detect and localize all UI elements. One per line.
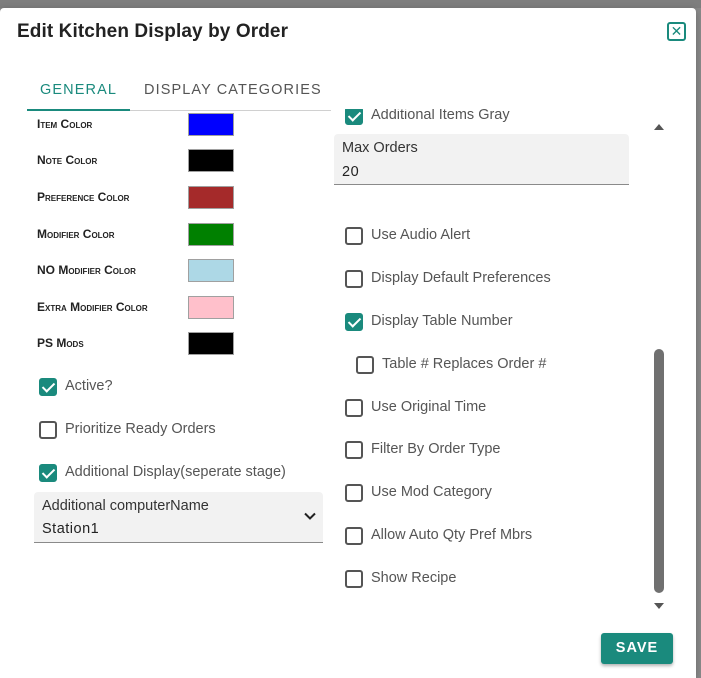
close-button[interactable]: ✕ [667, 22, 686, 41]
checkbox-label: Active? [65, 378, 113, 394]
color-row-modifier: Modifier Color [37, 223, 237, 247]
scroll-up-arrow-icon[interactable] [654, 124, 664, 130]
max-orders-input[interactable]: 20 [342, 164, 359, 180]
color-label: Preference Color [37, 190, 130, 204]
select-value: Station1 [42, 521, 100, 537]
checkbox-label: Display Default Preferences [371, 270, 551, 286]
scrollbar-thumb[interactable] [654, 349, 664, 593]
tab-display-categories[interactable]: Display Categories [144, 78, 322, 109]
checkbox-icon [345, 109, 363, 125]
checkbox-label: Prioritize Ready Orders [65, 421, 216, 437]
checkbox-icon [345, 441, 363, 459]
checkbox-label: Table # Replaces Order # [382, 356, 547, 372]
right-settings-panel: Additional Items Gray Max Orders 20 Use … [333, 109, 629, 609]
color-row-no-modifier: NO Modifier Color [37, 259, 237, 283]
preference-color-swatch[interactable] [188, 186, 234, 209]
checkbox-label: Filter By Order Type [371, 441, 501, 457]
checkbox-label: Use Original Time [371, 399, 487, 415]
checkbox-icon [39, 464, 57, 482]
max-orders-field[interactable]: Max Orders 20 [334, 134, 629, 185]
tab-bar: General Display Categories [27, 78, 331, 111]
checkbox-label: Allow Auto Qty Pref Mbrs [371, 527, 533, 543]
right-panel-scrollbar[interactable] [651, 112, 667, 609]
tab-general[interactable]: General [27, 78, 130, 111]
checkbox-label: Use Mod Category [371, 484, 492, 500]
color-label: Note Color [37, 153, 98, 167]
no-modifier-color-swatch[interactable] [188, 259, 234, 282]
modifier-color-swatch[interactable] [188, 223, 234, 246]
checkbox-icon [345, 313, 363, 331]
color-label: PS Mods [37, 336, 84, 350]
checkbox-icon [356, 356, 374, 374]
checkbox-label: Additional Display(seperate stage) [65, 464, 286, 480]
checkbox-label: Display Table Number [371, 313, 513, 329]
color-row-ps-mods: PS Mods [37, 332, 237, 356]
checkbox-icon [345, 527, 363, 545]
checkbox-icon [345, 570, 363, 588]
additional-computer-name-select[interactable]: Additional computerName Station1 [34, 492, 323, 543]
edit-kitchen-display-dialog: Edit Kitchen Display by Order ✕ General … [0, 8, 696, 678]
color-row-extra-modifier: Extra Modifier Color [37, 296, 237, 320]
checkbox-icon [39, 378, 57, 396]
checkbox-icon [345, 270, 363, 288]
checkbox-label: Additional Items Gray [371, 109, 510, 123]
item-color-swatch[interactable] [188, 113, 234, 136]
extra-modifier-color-swatch[interactable] [188, 296, 234, 319]
field-label: Max Orders [342, 140, 418, 156]
color-label: Modifier Color [37, 227, 115, 241]
color-label: Item Color [37, 117, 93, 131]
backdrop [0, 0, 701, 8]
save-button[interactable]: Save [601, 633, 673, 664]
color-label: NO Modifier Color [37, 263, 136, 277]
checkbox-icon [345, 399, 363, 417]
chevron-down-icon [304, 512, 316, 520]
scroll-down-arrow-icon[interactable] [654, 603, 664, 609]
checkbox-icon [345, 227, 363, 245]
checkbox-label: Show Recipe [371, 570, 457, 586]
ps-mods-color-swatch[interactable] [188, 332, 234, 355]
color-row-preference: Preference Color [37, 186, 237, 210]
select-label: Additional computerName [42, 498, 209, 514]
close-icon: ✕ [670, 23, 683, 39]
color-row-note: Note Color [37, 149, 237, 173]
color-label: Extra Modifier Color [37, 300, 148, 314]
color-row-item: Item Color [37, 113, 237, 137]
checkbox-icon [345, 484, 363, 502]
dialog-title: Edit Kitchen Display by Order [17, 21, 289, 42]
checkbox-label: Use Audio Alert [371, 227, 471, 243]
note-color-swatch[interactable] [188, 149, 234, 172]
checkbox-icon [39, 421, 57, 439]
